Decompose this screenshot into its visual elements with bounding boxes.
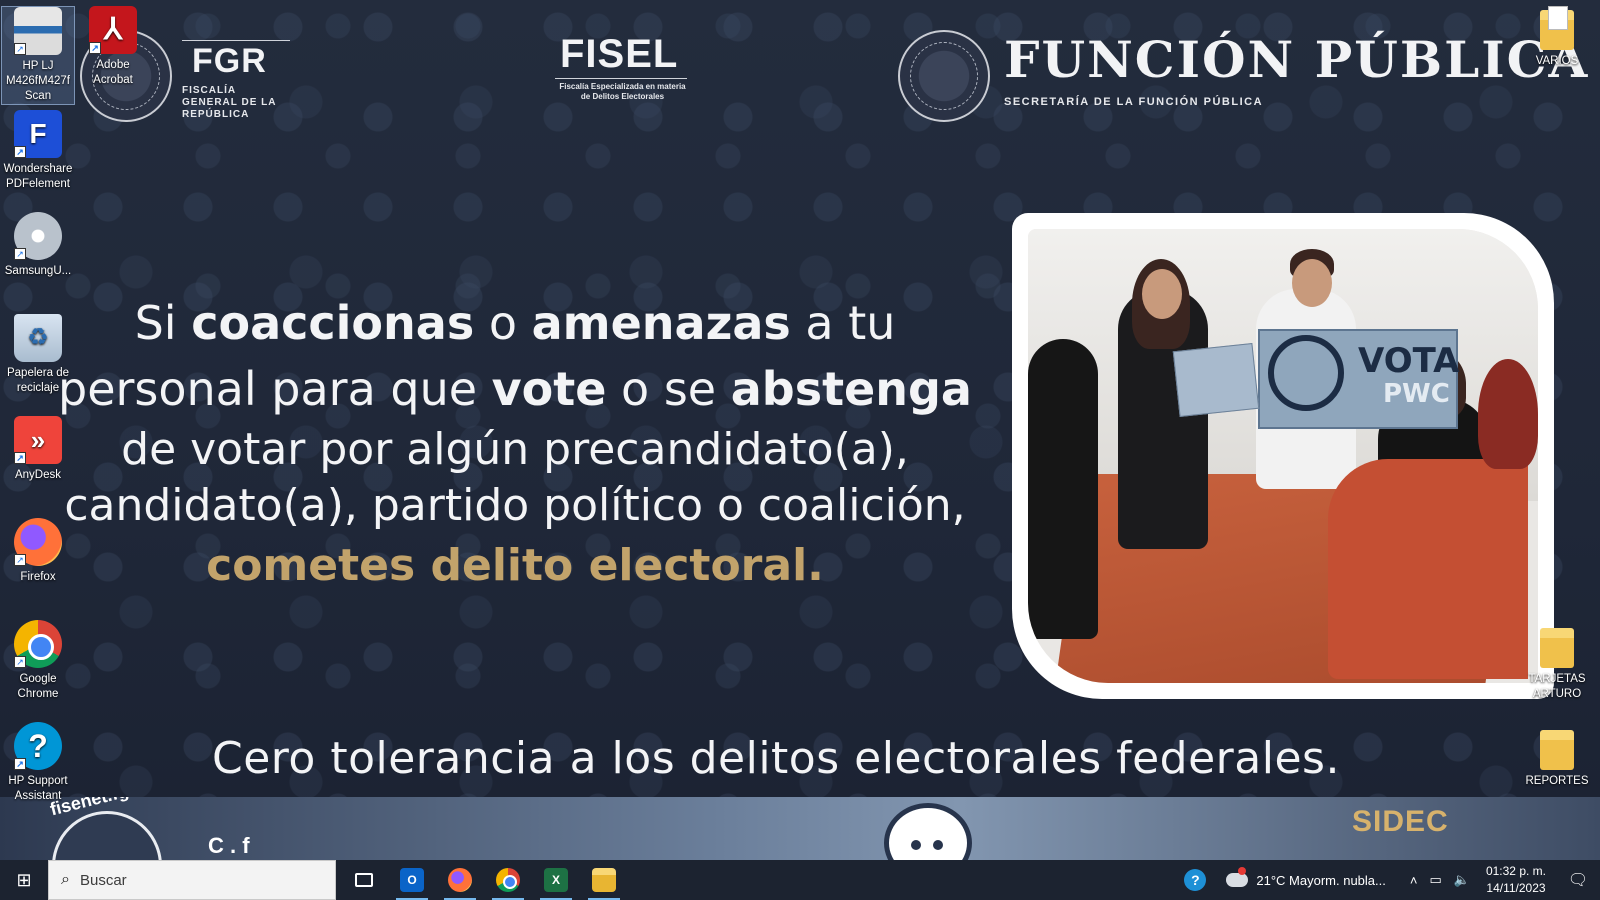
fisel-badge-icon xyxy=(52,811,162,860)
recycle-bin-icon: ♻ xyxy=(14,314,62,362)
clock[interactable]: 01:32 p. m. 14/11/2023 xyxy=(1476,863,1556,897)
firefox-icon: ↗ xyxy=(14,518,62,566)
chrome-icon: ↗ xyxy=(14,620,62,668)
taskbar-outlook-button[interactable]: O xyxy=(388,860,436,900)
desktop-icon-adobe-acrobat[interactable]: ⅄ ↗ Adobe Acrobat xyxy=(76,6,150,88)
sidec-logo: SIDEC xyxy=(1352,805,1449,838)
search-icon: ⌕ xyxy=(61,871,70,888)
desktop-icon-pdfelement[interactable]: F ↗ Wondershare PDFelement xyxy=(1,110,75,192)
clock-time: 01:32 p. m. xyxy=(1485,864,1546,878)
windows-logo-icon: ⊞ xyxy=(16,869,32,890)
chrome-icon xyxy=(496,868,520,892)
wallpaper-message: Si coaccionas o amenazas a tu personal p… xyxy=(50,290,980,598)
fgr-divider xyxy=(182,40,290,41)
desktop-icon-reportes[interactable]: REPORTES xyxy=(1520,730,1594,789)
meeting-photo: VOTA PWC xyxy=(1028,229,1538,683)
network-icon: ▭ xyxy=(1429,872,1442,887)
small-sign xyxy=(1172,342,1260,418)
fgr-logo-title: FGR xyxy=(192,42,267,80)
taskbar-explorer-button[interactable] xyxy=(580,860,628,900)
tray-help-button[interactable]: ? xyxy=(1178,860,1212,900)
task-view-button[interactable] xyxy=(340,860,388,900)
sign-text: VOTA xyxy=(1358,341,1460,381)
file-explorer-icon xyxy=(592,868,616,892)
taskbar-chrome-button[interactable] xyxy=(484,860,532,900)
desktop-icon-chrome[interactable]: ↗ Google Chrome xyxy=(1,620,75,702)
folder-icon xyxy=(1540,730,1574,770)
desktop-icon-recycle-bin[interactable]: ♻ Papelera de reciclaje xyxy=(1,314,75,396)
message-line-1: Si coaccionas o amenazas a tu xyxy=(134,296,896,350)
desktop-icon-samsung[interactable]: ↗ SamsungU... xyxy=(1,212,75,279)
start-button[interactable]: ⊞ xyxy=(0,860,48,900)
samsung-disc-icon: ↗ xyxy=(14,212,62,260)
task-view-icon xyxy=(355,873,373,887)
bottom-banner: fisenet.fgr.org.mx C . f SIDEC xyxy=(0,797,1600,860)
scanner-icon: ↗ xyxy=(14,7,62,55)
fisel-divider xyxy=(555,78,687,79)
weather-widget[interactable]: 21°C Mayorm. nubla... xyxy=(1212,860,1391,900)
network-button[interactable]: ▭ xyxy=(1423,860,1447,900)
chevron-up-icon: ˄ xyxy=(1409,872,1418,888)
cloud-icon xyxy=(1226,867,1249,887)
desktop-icon-hp-support[interactable]: ? ↗ HP Support Assistant xyxy=(1,722,75,804)
speaker-icon: 🔈 xyxy=(1453,872,1470,887)
volume-button[interactable]: 🔈 xyxy=(1448,860,1476,900)
system-tray: ? 21°C Mayorm. nubla... ˄ ▭ 🔈 01:32 p. m… xyxy=(1178,860,1600,900)
message-line-2: personal para que vote o se abstenga xyxy=(58,362,972,416)
taskbar-excel-button[interactable]: X xyxy=(532,860,580,900)
firefox-icon xyxy=(448,868,472,892)
message-line-3: de votar por algún precandidato(a), xyxy=(121,424,909,475)
excel-icon: X xyxy=(544,868,568,892)
fisel-logo-subtitle: Fiscalía Especializada en materia de Del… xyxy=(559,82,686,101)
photo-frame: VOTA PWC xyxy=(1012,213,1554,699)
anydesk-icon: » ↗ xyxy=(14,416,62,464)
sign-text-2: PWC xyxy=(1383,379,1450,409)
taskbar-search-input[interactable]: ⌕ Buscar xyxy=(48,860,336,900)
folder-icon xyxy=(1540,628,1574,668)
acrobat-icon: ⅄ ↗ xyxy=(89,6,137,54)
notification-icon: 🗨 xyxy=(1567,872,1589,889)
outlook-icon: O xyxy=(400,868,424,892)
banner-partial-text: C . f xyxy=(208,833,250,858)
check-icon xyxy=(1268,335,1344,411)
desktop-icon-hp-scan[interactable]: ↗ HP LJ M426fM427f Scan xyxy=(1,6,75,105)
fisel-logo-title: FISEL xyxy=(560,32,679,76)
desktop-icon-anydesk[interactable]: » ↗ AnyDesk xyxy=(1,416,75,483)
desktop-icon-tarjetas-arturo[interactable]: TARJETAS ARTURO xyxy=(1520,628,1594,702)
desktop-icon-varios[interactable]: VARIOS xyxy=(1520,6,1594,69)
funcion-publica-title: FUNCIÓN PÚBLICA xyxy=(1004,30,1590,89)
notifications-button[interactable]: 🗨 xyxy=(1556,870,1600,890)
taskbar: ⊞ ⌕ Buscar O X ? 21°C Mayorm. nubla... ˄… xyxy=(0,860,1600,900)
fgr-logo-subtitle: FISCALÍA GENERAL DE LA REPÚBLICA xyxy=(182,85,277,120)
desktop: FGR FISCALÍA GENERAL DE LA REPÚBLICA FIS… xyxy=(0,0,1600,860)
pdfelement-icon: F ↗ xyxy=(14,110,62,158)
taskbar-firefox-button[interactable] xyxy=(436,860,484,900)
clock-date: 14/11/2023 xyxy=(1486,881,1546,895)
message-line-4: candidato(a), partido político o coalici… xyxy=(64,480,966,531)
show-hidden-icons-button[interactable]: ˄ xyxy=(1392,860,1424,900)
mexico-seal-logo xyxy=(898,30,990,122)
folder-icon xyxy=(1540,6,1574,50)
help-icon: ? xyxy=(1184,869,1207,891)
tagline: Cero tolerancia a los delitos electorale… xyxy=(212,733,1340,784)
desktop-icon-firefox[interactable]: ↗ Firefox xyxy=(1,518,75,585)
hp-support-icon: ? ↗ xyxy=(14,722,62,770)
message-highlight: cometes delito electoral. xyxy=(206,540,824,591)
chat-support-icon xyxy=(884,803,972,860)
funcion-publica-subtitle: SECRETARÍA DE LA FUNCIÓN PÚBLICA xyxy=(1004,96,1264,108)
